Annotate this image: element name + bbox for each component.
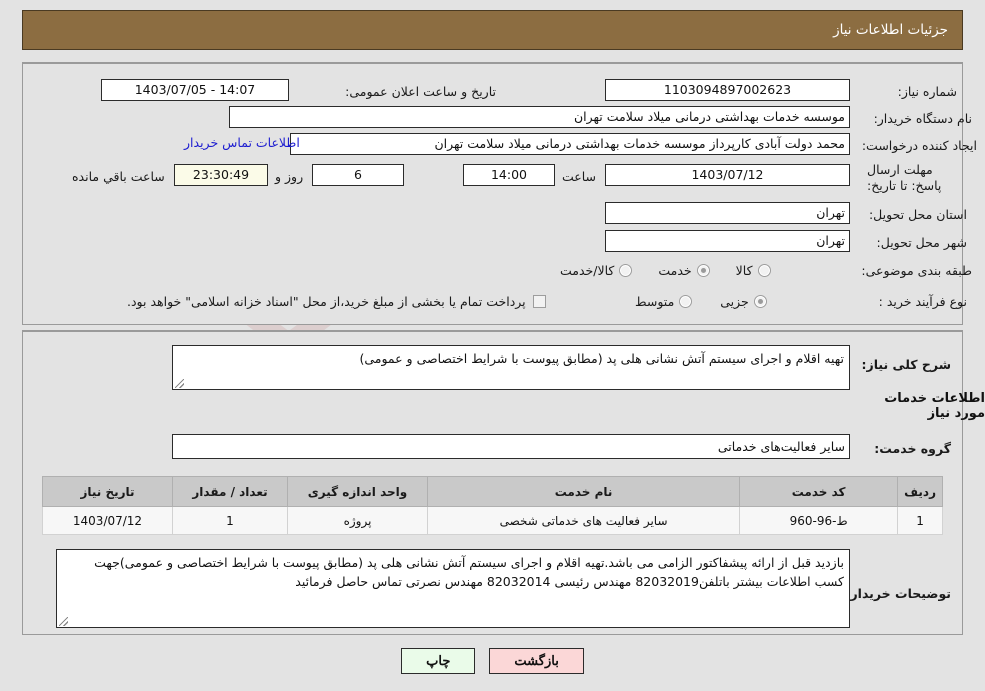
radio-goods-service-icon[interactable] <box>619 263 633 277</box>
page-header: جزئیات اطلاعات نیاز <box>22 10 963 50</box>
creator-label: ایجاد کننده درخواست: <box>861 137 977 153</box>
process-option-minor[interactable]: جزیی <box>720 294 767 309</box>
deadline-time-value: 14:00 <box>463 164 555 186</box>
category-label: طبقه بندی موضوعی: <box>861 262 972 278</box>
cell-name: سایر فعالیت های خدماتی شخصی <box>426 506 741 535</box>
buyer-org-value: موسسه خدمات بهداشتی درمانی میلاد سلامت ت… <box>229 106 850 128</box>
category-option-goods-label: کالا <box>735 262 753 278</box>
buyer-contact-link[interactable]: اطلاعات تماس خریدار <box>184 135 300 150</box>
category-option-goods-service-label: کالا/خدمت <box>560 262 615 278</box>
category-option-service-label: خدمت <box>658 262 692 278</box>
description-label: شرح کلی نیاز: <box>861 356 951 372</box>
cell-code: ط-96-960 <box>739 506 899 535</box>
action-button-bar: بازگشت چاپ <box>0 648 985 674</box>
col-code: کد خدمت <box>739 476 899 507</box>
print-button[interactable]: چاپ <box>401 648 476 674</box>
countdown-value: 23:30:49 <box>174 164 268 186</box>
announce-datetime-label: تاریخ و ساعت اعلان عمومی: <box>345 83 496 99</box>
treasury-note-group: پرداخت تمام یا بخشی از مبلغ خرید،از محل … <box>127 290 546 312</box>
page-title: جزئیات اطلاعات نیاز <box>833 22 948 38</box>
treasury-checkbox[interactable] <box>532 294 546 308</box>
deadline-label: مهلت ارسال پاسخ: تا تاریخ: <box>867 162 942 193</box>
process-radio-group: جزیی متوسط <box>635 290 767 312</box>
description-textarea[interactable]: تهیه اقلام و اجرای سیستم آتش نشانی هلی پ… <box>172 345 850 390</box>
services-section-heading: اطلاعات خدمات مورد نیاز <box>884 391 985 421</box>
process-option-minor-label: جزیی <box>720 293 749 309</box>
process-option-medium-label: متوسط <box>635 293 675 309</box>
col-index: ردیف <box>897 476 943 507</box>
buyer-notes-textarea[interactable]: بازدید قبل از ارائه پیشفاکتور الزامی می … <box>56 549 850 628</box>
radio-goods-icon[interactable] <box>757 263 771 277</box>
buyer-notes-label: توضیحات خریدار: <box>845 585 951 601</box>
need-number-label: شماره نیاز: <box>897 83 957 99</box>
days-unit-label: روز و <box>275 168 304 184</box>
cell-qty: 1 <box>172 506 288 535</box>
radio-service-icon[interactable] <box>696 263 710 277</box>
services-table: ردیف کد خدمت نام خدمت واحد اندازه گیری ت… <box>42 476 943 535</box>
creator-value: محمد دولت آبادی کارپرداز موسسه خدمات بهد… <box>290 133 850 155</box>
category-option-goods-service[interactable]: کالا/خدمت <box>560 262 633 278</box>
service-group-label: گروه خدمت: <box>874 440 951 456</box>
need-number-value: 1103094897002623 <box>605 79 850 101</box>
cell-unit: پروژه <box>287 506 428 535</box>
table-header-row: ردیف کد خدمت نام خدمت واحد اندازه گیری ت… <box>42 476 943 507</box>
table-row: 1 ط-96-960 سایر فعالیت های خدماتی شخصی پ… <box>42 506 943 535</box>
province-label: استان محل تحویل: <box>868 206 967 222</box>
radio-minor-icon[interactable] <box>753 294 767 308</box>
col-qty: تعداد / مقدار <box>172 476 288 507</box>
province-value: تهران <box>605 202 850 224</box>
cell-need-date: 1403/07/12 <box>42 506 173 535</box>
col-unit: واحد اندازه گیری <box>287 476 428 507</box>
days-remaining-value: 6 <box>312 164 404 186</box>
cell-index: 1 <box>897 506 943 535</box>
deadline-time-label: ساعت <box>562 168 597 184</box>
buyer-org-label: نام دستگاه خریدار: <box>873 110 972 126</box>
deadline-date-value: 1403/07/12 <box>605 164 850 186</box>
col-need-date: تاریخ نیاز <box>42 476 173 507</box>
process-type-label: نوع فرآیند خرید : <box>878 293 967 309</box>
process-option-medium[interactable]: متوسط <box>635 293 693 309</box>
city-value: تهران <box>605 230 850 252</box>
col-name: نام خدمت <box>426 476 741 507</box>
service-group-value: سایر فعالیت‌های خدماتی <box>172 434 850 459</box>
announce-datetime-value: 14:07 - 1403/07/05 <box>101 79 289 101</box>
category-option-goods[interactable]: کالا <box>736 263 771 278</box>
city-label: شهر محل تحویل: <box>876 234 967 250</box>
back-button[interactable]: بازگشت <box>489 648 584 674</box>
category-radio-group: کالا خدمت کالا/خدمت <box>560 259 771 281</box>
countdown-label: ساعت باقي مانده <box>72 168 165 184</box>
treasury-note-label: پرداخت تمام یا بخشی از مبلغ خرید،از محل … <box>127 293 526 309</box>
radio-medium-icon[interactable] <box>679 294 693 308</box>
category-option-service[interactable]: خدمت <box>658 262 710 278</box>
